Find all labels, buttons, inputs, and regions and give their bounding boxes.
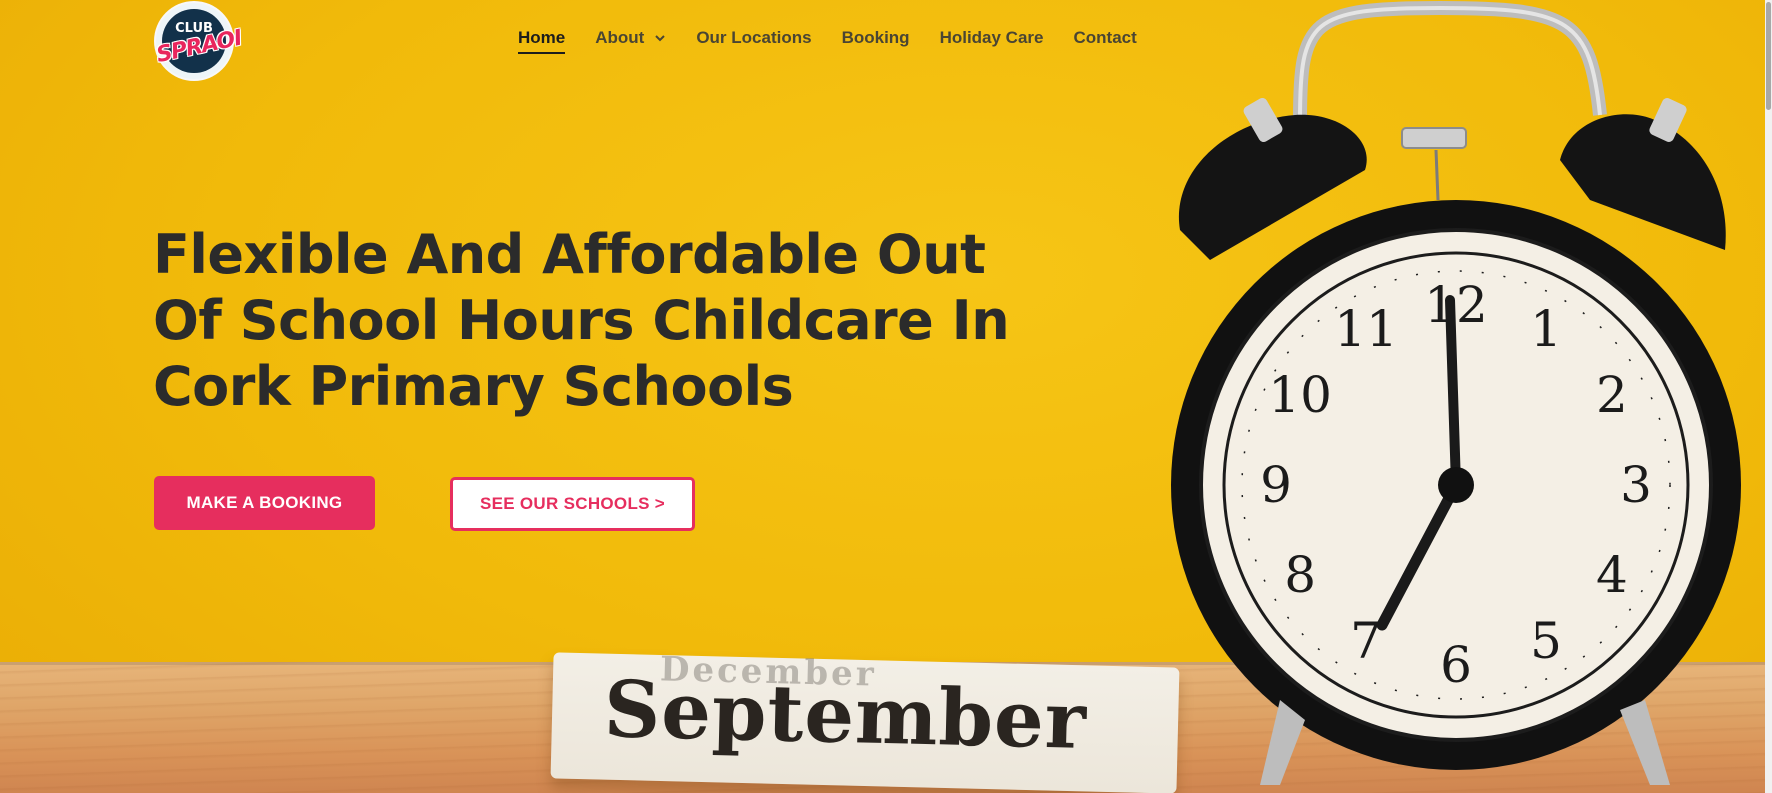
- nav-item-holiday-care[interactable]: Holiday Care: [940, 28, 1044, 52]
- clock-numeral: 12: [1424, 276, 1488, 334]
- club-spraoi-logo[interactable]: CLUB SPRAOI: [154, 3, 244, 79]
- nav-item-label: Home: [518, 28, 566, 47]
- see-schools-button[interactable]: SEE OUR SCHOOLS >: [450, 477, 695, 531]
- clock-numeral: 11: [1334, 300, 1398, 358]
- site-header: CLUB SPRAOI Home About Our Locations Boo…: [0, 0, 1772, 80]
- page-scrollbar[interactable]: [1765, 0, 1772, 793]
- make-booking-button[interactable]: MAKE A BOOKING: [154, 476, 375, 530]
- clock-numeral: 5: [1530, 612, 1562, 670]
- clock-numeral: 1: [1530, 300, 1562, 358]
- clock-numeral: 3: [1620, 456, 1652, 514]
- nav-item-contact[interactable]: Contact: [1074, 28, 1137, 52]
- nav-item-label: Contact: [1073, 28, 1137, 47]
- nav-item-booking[interactable]: Booking: [842, 28, 910, 52]
- logo-circle: CLUB SPRAOI: [154, 9, 244, 73]
- nav-item-our-locations[interactable]: Our Locations: [696, 28, 811, 52]
- scrollbar-thumb[interactable]: [1766, 2, 1771, 110]
- nav-item-label: Booking: [841, 28, 910, 47]
- block-month-text: September: [602, 664, 1088, 767]
- clock-numeral: 6: [1440, 636, 1472, 694]
- nav-item-home[interactable]: Home: [518, 28, 566, 54]
- clock-numeral: 9: [1260, 456, 1292, 514]
- nav-item-label: Holiday Care: [939, 28, 1044, 47]
- nav-item-label: Our Locations: [696, 28, 812, 47]
- clock-numeral: 4: [1596, 546, 1628, 604]
- main-navigation: Home About Our Locations Booking Holiday…: [518, 28, 1167, 54]
- alarm-clock-image: 12 1 2 3 4 5 6 7 8 9 10 11: [1150, 0, 1772, 793]
- clock-numeral: 7: [1350, 612, 1382, 670]
- nav-item-about[interactable]: About: [595, 28, 666, 52]
- clock-numeral: 8: [1284, 546, 1316, 604]
- nav-item-label: About: [595, 28, 645, 47]
- clock-numeral: 10: [1268, 366, 1332, 424]
- hero-headline: Flexible And Affordable Out Of School Ho…: [153, 223, 1010, 418]
- chevron-down-icon: [655, 35, 666, 42]
- clock-numeral: 2: [1596, 366, 1628, 424]
